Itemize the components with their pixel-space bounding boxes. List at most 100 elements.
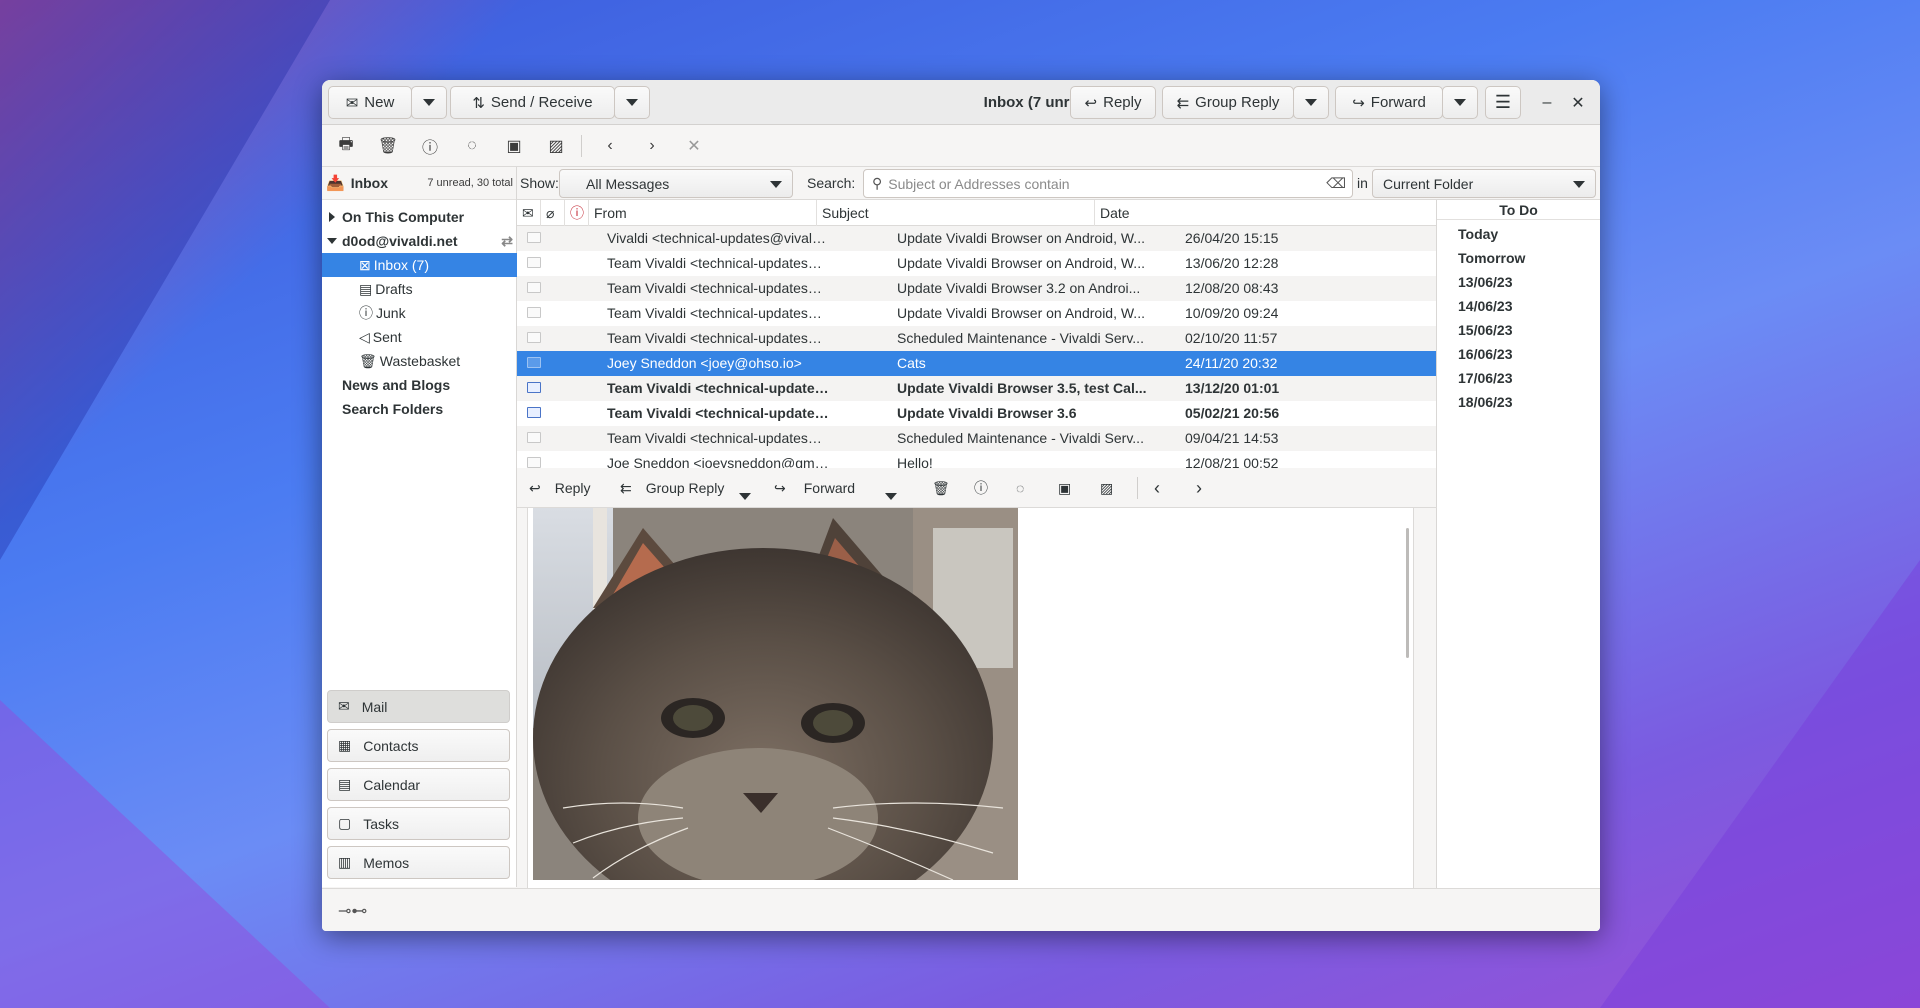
filter-bar: Show: All Messages Search: ⚲ Subject or …	[517, 167, 1600, 200]
preview-reply-button[interactable]: ↩ Reply	[529, 476, 591, 500]
switcher-label: Memos	[363, 854, 410, 871]
preview-group-reply-dropdown[interactable]	[739, 484, 751, 508]
account-vivaldi[interactable]: d0od@vivaldi.net ⇄	[322, 229, 517, 253]
preview-delete-icon[interactable]: 🗑	[932, 476, 950, 500]
todo-item[interactable]: 18/06/23	[1458, 390, 1513, 414]
preview-image-icon[interactable]: ▨	[1100, 476, 1113, 500]
chevron-down-icon	[423, 99, 435, 106]
new-dropdown-button[interactable]	[411, 86, 447, 119]
minimize-button[interactable]: ‒	[1534, 90, 1560, 116]
preview-forward-button[interactable]: ↪ Forward	[774, 476, 855, 500]
chevron-down-icon	[1305, 99, 1317, 106]
todo-item[interactable]: 17/06/23	[1458, 366, 1513, 390]
reply-label: Reply	[1103, 94, 1142, 111]
folder-junk[interactable]: ⓘ Junk	[322, 301, 517, 325]
contacts-icon: ▦	[338, 737, 352, 753]
preview-toolbar: ↩ Reply ⇇ Group Reply ↪ Forward 🗑 ⓘ ◌ ▣ …	[517, 468, 1437, 508]
preview-junk-icon[interactable]: ⓘ	[974, 476, 988, 500]
reply-icon: ↩	[1084, 94, 1098, 112]
evolution-window: ✉ New ⇅ Send / Receive Inbox (7 unread) …	[322, 80, 1600, 931]
expander-icon[interactable]	[322, 212, 342, 222]
stop-icon[interactable]: ✕	[682, 134, 706, 158]
folder-drafts[interactable]: ▤ Drafts	[322, 277, 517, 301]
preview-group-reply-button[interactable]: ⇇ Group Reply	[620, 476, 724, 500]
switcher-calendar[interactable]: ▤ Calendar	[327, 768, 510, 801]
next-icon[interactable]: ›	[640, 134, 664, 158]
status-column-icon[interactable]: ✉	[517, 200, 541, 226]
folder-inbox[interactable]: ⊠ Inbox (7)	[322, 253, 517, 277]
table-row[interactable]: Team Vivaldi <technical-updates@vival...…	[517, 326, 1436, 351]
table-row[interactable]: Team Vivaldi <technical-updates@vival...…	[517, 276, 1436, 301]
search-input[interactable]: ⚲ Subject or Addresses contain ⌫	[863, 169, 1353, 198]
table-row[interactable]: Team Vivaldi <technical-updates@vival...…	[517, 301, 1436, 326]
expander-icon[interactable]	[322, 238, 342, 244]
preview-next-icon[interactable]: ›	[1196, 476, 1202, 500]
image-icon[interactable]: ▨	[544, 134, 568, 158]
todo-item[interactable]: 15/06/23	[1458, 318, 1513, 342]
subject-cell: Scheduled Maintenance - Vivaldi Serv...	[897, 330, 1144, 346]
from-column[interactable]: From	[589, 200, 817, 226]
sent-icon: ◁	[359, 328, 370, 345]
send-receive-dropdown-button[interactable]	[614, 86, 650, 119]
column-header: ✉ ⌀ ⓘ From Subject Date	[517, 200, 1436, 226]
read-envelope-icon	[527, 357, 541, 368]
forward-dropdown-button[interactable]	[1442, 86, 1478, 119]
preview-not-junk-icon[interactable]: ◌	[1016, 476, 1024, 500]
todo-item[interactable]: Tomorrow	[1458, 246, 1525, 270]
switcher-mail[interactable]: ✉ Mail	[327, 690, 510, 723]
table-row[interactable]: Team Vivaldi <technical-updates@viva... U…	[517, 376, 1436, 401]
archive-icon[interactable]: ▣	[502, 134, 526, 158]
previous-icon[interactable]: ‹	[598, 134, 622, 158]
table-row[interactable]: Vivaldi <technical-updates@vivaldi.com> U…	[517, 226, 1436, 251]
group-reply-button[interactable]: ⇇ Group Reply	[1162, 86, 1294, 119]
junk-icon[interactable]: ⓘ	[418, 134, 442, 158]
table-row[interactable]: Team Vivaldi <technical-updates@vival...…	[517, 251, 1436, 276]
menu-button[interactable]: ☰	[1485, 86, 1521, 119]
date-column[interactable]: Date	[1095, 200, 1436, 226]
close-button[interactable]: ✕	[1565, 90, 1591, 116]
reply-button[interactable]: ↩ Reply	[1070, 86, 1156, 119]
todo-item[interactable]: Today	[1458, 222, 1498, 246]
attachment-column-icon[interactable]: ⌀	[541, 200, 565, 226]
preview-archive-icon[interactable]: ▣	[1058, 476, 1071, 500]
forward-button[interactable]: ↪ Forward	[1335, 86, 1443, 119]
tree-label: Wastebasket	[379, 353, 461, 369]
date-cell: 12/08/21 00:52	[1185, 455, 1279, 468]
switcher-memos[interactable]: ▥ Memos	[327, 846, 510, 879]
reply-icon: ↩	[529, 479, 541, 496]
importance-column-icon[interactable]: ⓘ	[565, 200, 589, 226]
delete-icon[interactable]: 🗑	[376, 134, 400, 158]
show-dropdown[interactable]: All Messages	[559, 169, 793, 198]
todo-item[interactable]: 14/06/23	[1458, 294, 1513, 318]
table-row[interactable]: Team Vivaldi <technical-updates@vival...…	[517, 426, 1436, 451]
account-news-and-blogs[interactable]: News and Blogs	[322, 373, 517, 397]
account-search-folders[interactable]: Search Folders	[322, 397, 517, 421]
group-reply-dropdown-button[interactable]	[1293, 86, 1329, 119]
table-row[interactable]: Team Vivaldi <technical-updates@viva... U…	[517, 401, 1436, 426]
subject-column[interactable]: Subject	[817, 200, 1095, 226]
account-on-this-computer[interactable]: On This Computer	[322, 205, 517, 229]
cat-photo	[533, 508, 1018, 880]
preview-previous-icon[interactable]: ‹	[1154, 476, 1160, 500]
folder-wastebasket[interactable]: 🗑 Wastebasket	[322, 349, 517, 373]
print-icon[interactable]: 🖶	[334, 134, 358, 158]
unread-envelope-icon	[527, 382, 541, 393]
scope-dropdown[interactable]: Current Folder	[1372, 169, 1596, 198]
todo-item[interactable]: 16/06/23	[1458, 342, 1513, 366]
folder-sent[interactable]: ◁ Sent	[322, 325, 517, 349]
not-junk-icon[interactable]: ◌	[460, 134, 484, 158]
table-row[interactable]: Joe Sneddon <joeysneddon@gmail.com> Hello…	[517, 451, 1436, 468]
preview-scrollbar[interactable]	[1406, 528, 1409, 658]
switcher-contacts[interactable]: ▦ Contacts	[327, 729, 510, 762]
new-button[interactable]: ✉ New	[328, 86, 412, 119]
table-row-selected[interactable]: Joey Sneddon <joey@ohso.io> Cats 24/11/20 …	[517, 351, 1436, 376]
preview-forward-dropdown[interactable]	[885, 484, 897, 508]
todo-item[interactable]: 13/06/23	[1458, 270, 1513, 294]
send-receive-button[interactable]: ⇅ Send / Receive	[450, 86, 615, 119]
subject-cell: Hello!	[897, 455, 933, 468]
switcher-tasks[interactable]: ▢ Tasks	[327, 807, 510, 840]
chevron-down-icon	[626, 99, 638, 106]
tree-label: Junk	[376, 305, 406, 321]
clear-icon[interactable]: ⌫	[1326, 175, 1346, 192]
online-status-icon[interactable]: ⊸⊷	[338, 901, 367, 921]
